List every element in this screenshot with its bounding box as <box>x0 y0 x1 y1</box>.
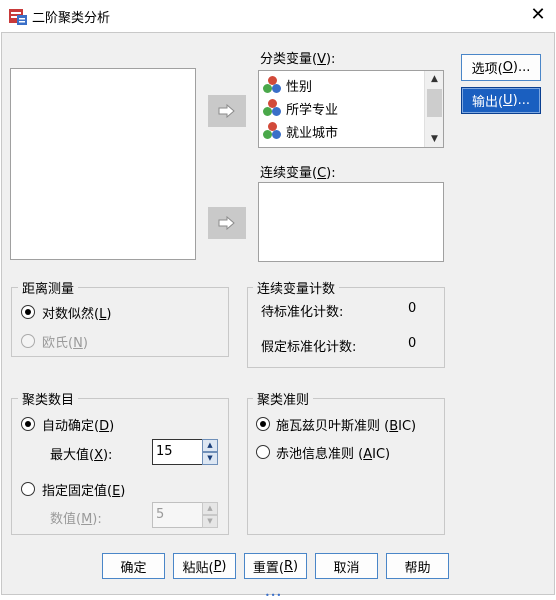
title-bar: 二阶聚类分析 ✕ <box>0 0 556 32</box>
spin-down-icon[interactable]: ▼ <box>202 515 218 528</box>
auto-determine-label: 自动确定(D) <box>42 419 115 434</box>
continuous-variable-list[interactable] <box>258 182 444 262</box>
list-item[interactable]: 所学专业 <box>263 97 338 119</box>
categorical-variables-label: 分类变量(V): <box>260 52 336 67</box>
spss-app-icon <box>8 6 28 26</box>
bic-radio[interactable] <box>256 417 270 431</box>
to-standardize-label: 待标准化计数: <box>261 305 344 320</box>
max-clusters-input[interactable]: 15 <box>152 439 204 465</box>
spin-up-icon[interactable]: ▲ <box>202 439 218 452</box>
fixed-number-stepper[interactable]: ▲ ▼ <box>202 502 218 528</box>
loglikelihood-label: 对数似然(L) <box>42 307 112 322</box>
source-variable-list[interactable] <box>10 68 196 260</box>
window-title: 二阶聚类分析 <box>32 11 111 26</box>
resize-grip-icon[interactable]: ••• <box>265 592 291 600</box>
ok-button[interactable]: 确定 <box>102 553 165 579</box>
cluster-count-title: 聚类数目 <box>18 389 79 408</box>
euclidean-label: 欧氏(N) <box>42 336 88 351</box>
move-to-continuous-button[interactable] <box>208 207 246 239</box>
move-right-arrow-icon <box>218 216 235 230</box>
output-button[interactable]: 输出(U)... <box>461 87 541 114</box>
auto-determine-radio[interactable] <box>21 417 35 431</box>
move-right-arrow-icon <box>218 104 235 118</box>
bic-label: 施瓦兹贝叶斯准则 (BIC) <box>276 419 417 434</box>
paste-button[interactable]: 粘贴(P) <box>173 553 236 579</box>
scroll-up-icon[interactable]: ▲ <box>425 71 444 87</box>
continuous-variables-label: 连续变量(C): <box>260 166 336 181</box>
loglikelihood-radio[interactable] <box>21 305 35 319</box>
close-icon[interactable]: ✕ <box>526 3 550 27</box>
max-clusters-label: 最大值(X): <box>50 448 113 463</box>
fixed-number-value-label: 数值(M): <box>50 512 102 527</box>
clustering-criterion-title: 聚类准则 <box>253 389 314 408</box>
fixed-number-label: 指定固定值(E) <box>42 484 126 499</box>
assumed-standardized-label: 假定标准化计数: <box>261 340 357 355</box>
assumed-standardized-value: 0 <box>408 336 417 351</box>
scrollbar-thumb[interactable] <box>427 89 442 117</box>
categorical-variable-list[interactable]: 性别 所学专业 就业城市 <box>258 70 444 148</box>
nominal-variable-icon <box>263 99 281 117</box>
categorical-list-scrollbar[interactable]: ▲ ▼ <box>424 71 443 147</box>
to-standardize-value: 0 <box>408 301 417 316</box>
list-item[interactable]: 性别 <box>263 74 312 96</box>
aic-label: 赤池信息准则 (AIC) <box>276 447 391 462</box>
max-clusters-stepper[interactable]: ▲ ▼ <box>202 439 218 465</box>
nominal-variable-icon <box>263 122 281 140</box>
aic-radio[interactable] <box>256 445 270 459</box>
spin-up-icon[interactable]: ▲ <box>202 502 218 515</box>
scroll-down-icon[interactable]: ▼ <box>425 131 444 147</box>
continuous-count-title: 连续变量计数 <box>253 278 340 297</box>
distance-measure-title: 距离测量 <box>18 278 79 297</box>
help-button[interactable]: 帮助 <box>386 553 449 579</box>
cancel-button[interactable]: 取消 <box>315 553 378 579</box>
move-to-categorical-button[interactable] <box>208 95 246 127</box>
reset-button[interactable]: 重置(R) <box>244 553 307 579</box>
continuous-count-group <box>247 287 445 368</box>
fixed-number-radio[interactable] <box>21 482 35 496</box>
options-button[interactable]: 选项(O)... <box>461 54 541 81</box>
list-item[interactable]: 就业城市 <box>263 120 338 142</box>
spin-down-icon[interactable]: ▼ <box>202 452 218 465</box>
nominal-variable-icon <box>263 76 281 94</box>
euclidean-radio[interactable] <box>21 334 35 348</box>
fixed-number-input[interactable]: 5 <box>152 502 204 528</box>
